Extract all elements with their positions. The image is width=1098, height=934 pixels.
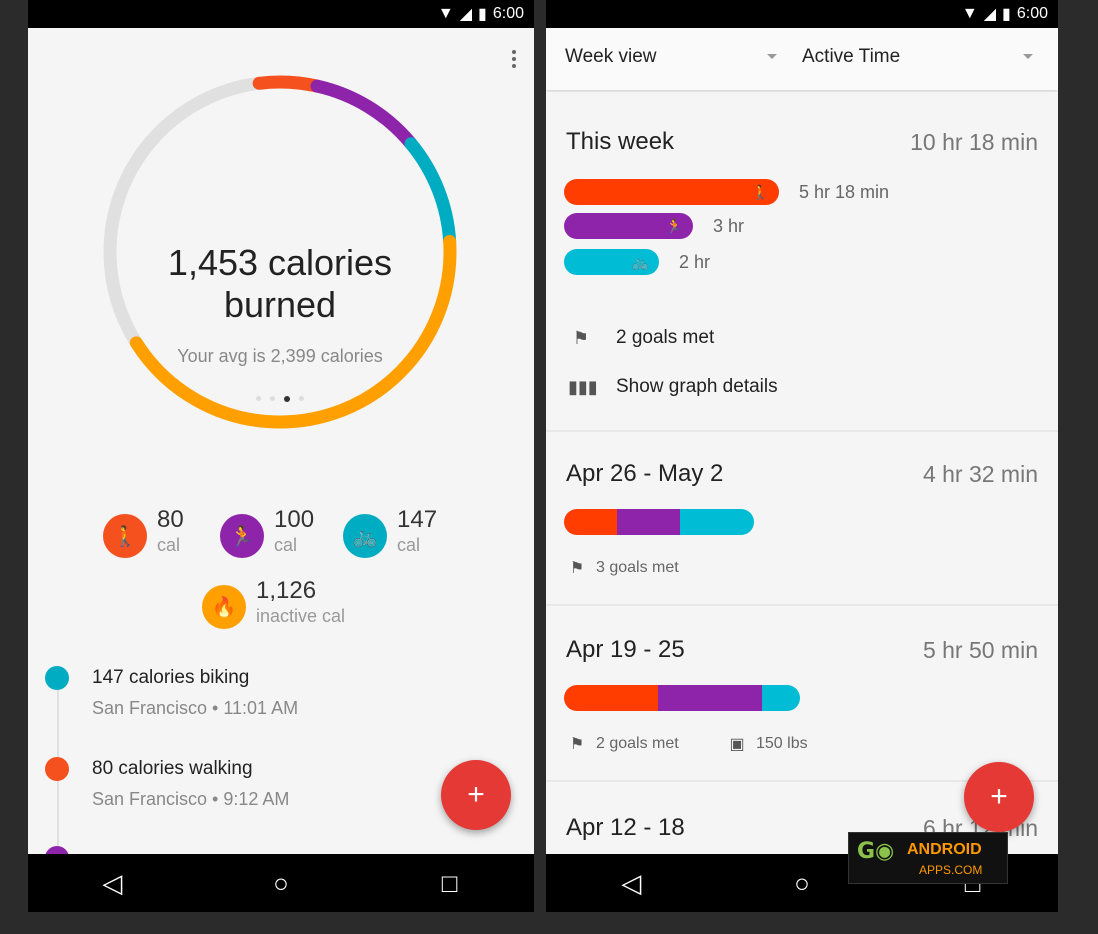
signal-icon: ◢: [983, 6, 997, 23]
calorie-summary: 1,453 calories burned Your avg is 2,399 …: [98, 70, 462, 434]
status-time: 6:00: [1016, 5, 1048, 22]
goals-met-text: 2 goals met: [596, 735, 679, 752]
timeline-item-title[interactable]: 80 calories walking: [92, 758, 253, 780]
filter-bar: Week view Active Time: [546, 28, 1058, 90]
card-title: Apr 19 - 25: [566, 636, 685, 663]
flag-icon: ⚑: [569, 560, 585, 577]
wifi-icon: ▼: [961, 5, 978, 22]
bar-segment: [762, 685, 800, 711]
flame-icon: 🔥: [202, 585, 246, 629]
scale-icon: ▣: [729, 736, 745, 753]
metric-dropdown[interactable]: Active Time: [802, 46, 900, 68]
stat-unit: cal: [274, 535, 298, 555]
goals-met-row: ⚑ 2 goals met: [568, 734, 679, 754]
bike-icon: 🚲: [631, 254, 649, 270]
activity-bar-label: 3 hr: [713, 216, 745, 236]
goals-met-text: 3 goals met: [596, 559, 679, 576]
bar-chart-icon: ▮▮▮: [568, 376, 598, 397]
navigation-bar: ◁ ○ □: [28, 854, 534, 912]
stat-value: 147: [397, 506, 438, 533]
walk-icon: 🚶: [103, 514, 147, 558]
left-phone-screen: ▼ ◢ ▮ 6:00 1,453 calories burned Your av…: [28, 0, 534, 912]
activity-bar-label: 5 hr 18 min: [799, 182, 890, 202]
timeline-item-subtitle: San Francisco • 9:12 AM: [92, 789, 290, 809]
status-time: 6:00: [492, 5, 524, 22]
stacked-activity-bar: [564, 509, 754, 535]
stat-running[interactable]: 🏃 100 cal: [220, 506, 314, 558]
bar-segment: [564, 685, 659, 711]
back-icon[interactable]: ◁: [82, 868, 142, 899]
run-icon: 🏃: [665, 218, 683, 234]
card-title: This week: [566, 128, 675, 155]
right-phone-screen: ▼ ◢ ▮ 6:00 Week view Active Time This we…: [546, 0, 1058, 912]
stat-walking[interactable]: 🚶 80 cal: [103, 506, 184, 558]
goals-met-row: ⚑ 3 goals met: [568, 558, 679, 578]
android-robot-icon: G◉: [857, 839, 895, 864]
show-graph-details-label: Show graph details: [616, 376, 778, 397]
battery-icon: ▮: [478, 6, 487, 23]
status-bar: ▼ ◢ ▮ 6:00: [546, 0, 1058, 28]
bar-segment: [564, 509, 618, 535]
stat-biking[interactable]: 🚲 147 cal: [343, 506, 437, 558]
timeline-item-title[interactable]: 147 calories biking: [92, 667, 249, 689]
card-total: 5 hr 50 min: [922, 637, 1038, 663]
chevron-down-icon[interactable]: [1023, 54, 1033, 59]
battery-icon: ▮: [1002, 6, 1011, 23]
timeline-item-subtitle: San Francisco • 11:01 AM: [92, 698, 299, 718]
view-dropdown[interactable]: Week view: [565, 46, 657, 68]
week-card[interactable]: Apr 19 - 25 5 hr 50 min ⚑ 2 goals met ▣ …: [546, 606, 1058, 782]
goals-met-text: 2 goals met: [616, 327, 715, 348]
home-icon[interactable]: ○: [251, 868, 311, 899]
bar-segment: [658, 685, 763, 711]
add-activity-button[interactable]: +: [441, 760, 511, 830]
overflow-menu-icon[interactable]: [512, 50, 518, 71]
stat-unit: cal: [157, 535, 181, 555]
status-bar: ▼ ◢ ▮ 6:00: [28, 0, 534, 28]
run-icon: 🏃: [220, 514, 264, 558]
walk-icon: 🚶: [751, 184, 769, 200]
this-week-card[interactable]: This week 10 hr 18 min 🚶 5 hr 18 min 🏃 3…: [546, 92, 1058, 432]
watermark-logo: G◉ ANDROID APPS.COM: [848, 832, 1008, 884]
timeline-dot-biking: [45, 666, 69, 690]
bike-icon: 🚲: [343, 514, 387, 558]
bar-segment: [617, 509, 680, 535]
card-title: Apr 12 - 18: [566, 814, 685, 841]
show-graph-details-button[interactable]: ▮▮▮ Show graph details: [568, 376, 778, 398]
chevron-down-icon[interactable]: [767, 54, 777, 59]
bar-segment: [679, 509, 754, 535]
flag-icon: ⚑: [572, 327, 590, 348]
watermark-domain: APPS.COM: [919, 863, 983, 877]
add-activity-button[interactable]: +: [964, 762, 1034, 832]
stat-unit: cal: [397, 535, 421, 555]
week-card[interactable]: Apr 26 - May 2 4 hr 32 min ⚑ 3 goals met: [546, 432, 1058, 606]
timeline-dot-walking: [45, 757, 69, 781]
activity-bar-label: 2 hr: [679, 252, 711, 272]
weight-text: 150 lbs: [756, 735, 808, 752]
back-icon[interactable]: ◁: [601, 868, 661, 899]
flag-icon: ⚑: [569, 736, 585, 753]
stat-value: 1,126: [256, 577, 317, 604]
stat-value: 80: [157, 506, 184, 533]
wifi-icon: ▼: [437, 5, 454, 22]
recents-icon[interactable]: □: [420, 868, 480, 899]
watermark-brand: ANDROID: [907, 841, 982, 858]
stacked-activity-bar: [564, 685, 800, 711]
home-icon[interactable]: ○: [772, 868, 832, 899]
calories-burned-value: 1,453 calories: [167, 242, 393, 283]
card-total: 10 hr 18 min: [910, 129, 1038, 155]
card-title: Apr 26 - May 2: [566, 460, 724, 487]
stat-unit: inactive cal: [256, 606, 346, 626]
calories-burned-label: burned: [223, 284, 337, 325]
activity-bar-walking: 🚶: [564, 179, 779, 205]
activity-bar-biking: 🚲: [564, 249, 659, 275]
calories-average: Your avg is 2,399 calories: [177, 346, 383, 366]
stat-value: 100: [274, 506, 315, 533]
weight-row: ▣ 150 lbs: [728, 734, 808, 754]
card-total: 4 hr 32 min: [922, 461, 1038, 487]
goals-met-row: ⚑ 2 goals met: [568, 327, 714, 349]
activity-bar-running: 🏃: [564, 213, 693, 239]
page-indicator[interactable]: [98, 395, 462, 402]
stat-inactive[interactable]: 🔥 1,126 inactive cal: [202, 577, 345, 629]
signal-icon: ◢: [459, 6, 473, 23]
